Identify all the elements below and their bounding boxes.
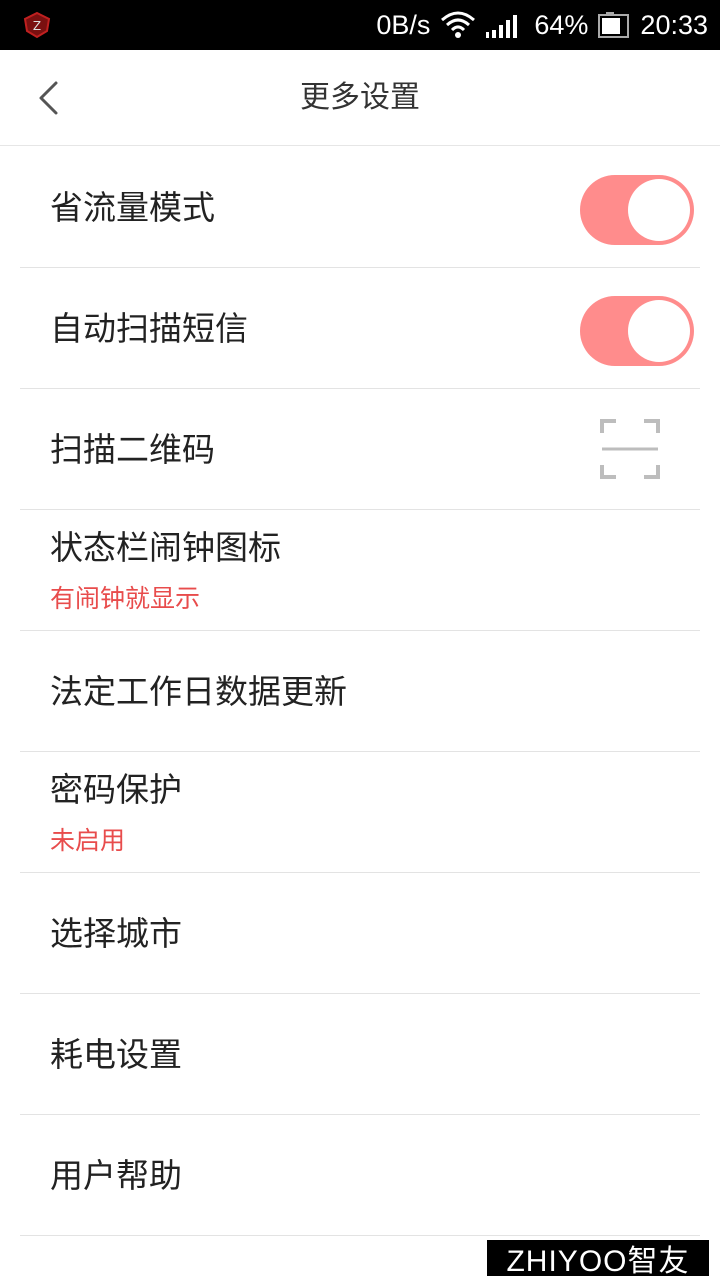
status-right: 0B/s 64% 20:33 xyxy=(376,0,708,50)
setting-label: 密码保护 xyxy=(50,770,182,809)
setting-label: 省流量模式 xyxy=(50,188,215,227)
svg-text:Z: Z xyxy=(33,19,41,33)
setting-auto-scan-sms[interactable]: 自动扫描短信 xyxy=(20,268,700,389)
setting-workday-data-update[interactable]: 法定工作日数据更新 xyxy=(20,631,700,752)
setting-statusbar-alarm-icon[interactable]: 状态栏闹钟图标 有闹钟就显示 xyxy=(20,510,700,631)
toggle-knob xyxy=(628,179,690,241)
setting-subtitle: 未启用 xyxy=(50,826,126,855)
setting-user-help[interactable]: 用户帮助 xyxy=(20,1115,700,1236)
clock: 20:33 xyxy=(640,9,708,40)
setting-label: 法定工作日数据更新 xyxy=(50,672,347,711)
header-bar: 更多设置 xyxy=(0,50,720,146)
setting-select-city[interactable]: 选择城市 xyxy=(20,873,700,994)
setting-power-consumption[interactable]: 耗电设置 xyxy=(20,994,700,1115)
setting-scan-qr[interactable]: 扫描二维码 xyxy=(20,389,700,510)
status-bar: Z 0B/s 64% 20:33 xyxy=(0,0,720,50)
setting-label: 扫描二维码 xyxy=(50,430,215,469)
data-saver-toggle[interactable] xyxy=(580,175,694,245)
app-notification-icon: Z xyxy=(23,11,51,39)
setting-data-saver[interactable]: 省流量模式 xyxy=(20,147,700,268)
toggle-knob xyxy=(628,300,690,362)
setting-subtitle: 有闹钟就显示 xyxy=(50,584,201,613)
watermark-logo: ZHIYOO智友 xyxy=(487,1240,709,1278)
signal-icon xyxy=(486,15,518,38)
settings-list: 省流量模式 自动扫描短信 扫描二维码 状态栏闹钟图标 有闹钟就显示 法定工作日数… xyxy=(20,147,700,1236)
wifi-icon xyxy=(441,11,476,38)
setting-password-protection[interactable]: 密码保护 未启用 xyxy=(20,752,700,873)
setting-label: 选择城市 xyxy=(50,914,182,953)
setting-label: 状态栏闹钟图标 xyxy=(50,528,281,567)
battery-percent: 64% xyxy=(534,9,589,40)
battery-icon xyxy=(598,12,630,38)
network-speed: 0B/s xyxy=(376,9,431,40)
setting-label: 自动扫描短信 xyxy=(50,309,248,348)
setting-label: 耗电设置 xyxy=(50,1035,182,1074)
auto-scan-sms-toggle[interactable] xyxy=(580,296,694,366)
page-title: 更多设置 xyxy=(300,80,420,115)
scan-qr-icon[interactable] xyxy=(600,419,660,479)
setting-label: 用户帮助 xyxy=(50,1156,182,1195)
